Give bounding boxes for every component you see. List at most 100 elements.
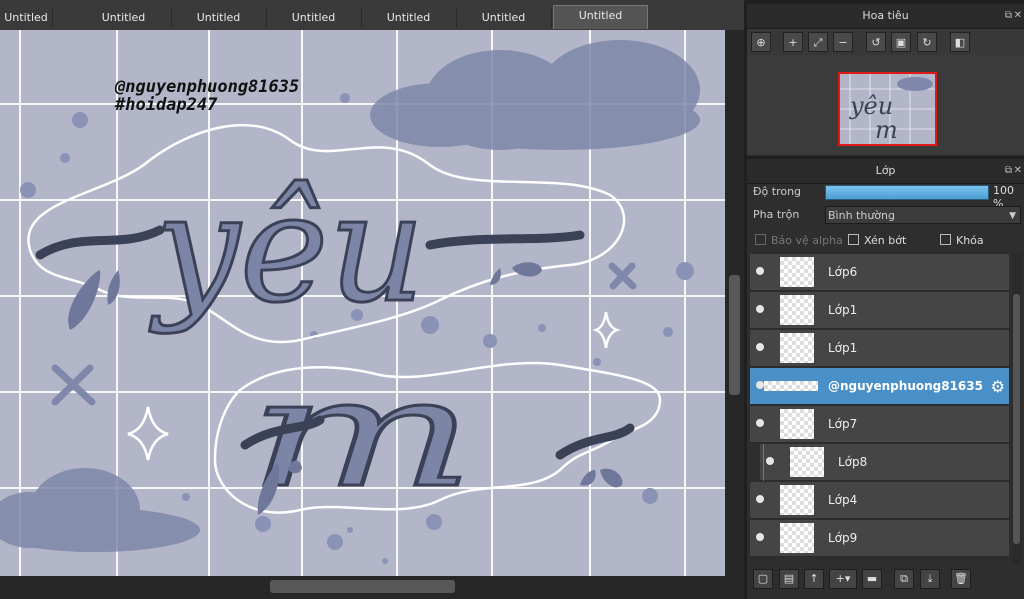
navigator-toolbar: ⊕ + ⤢ − ↺ ▣ ↻ ◧	[747, 29, 1024, 55]
layer-name: Lớp1	[828, 341, 858, 355]
scrollbar-thumb[interactable]	[729, 275, 740, 395]
navigator-preview[interactable]: yêu m	[747, 55, 1024, 155]
lock-checkbox[interactable]: Khóa	[940, 234, 984, 247]
thumb-word2: m	[875, 116, 898, 144]
clipping-label: Xén bớt	[864, 234, 907, 247]
visibility-eye-icon[interactable]	[756, 495, 764, 503]
document-tab-active[interactable]: Untitled	[553, 5, 648, 29]
watermark-handle: @nguyenphuong81635	[114, 77, 299, 97]
scrollbar-thumb[interactable]	[270, 580, 455, 593]
visibility-eye-icon[interactable]	[756, 267, 764, 275]
visibility-eye-icon[interactable]	[756, 343, 764, 351]
navigator-title-bar: Hoa tiêu ⧉ ✕	[747, 4, 1024, 29]
layer-name: Lớp1	[828, 303, 858, 317]
layer-thumbnail	[780, 523, 814, 553]
panel-title: Lớp	[875, 164, 896, 177]
opacity-label: Độ trong	[753, 185, 802, 198]
layer-thumbnail	[780, 409, 814, 439]
layer-list: Lớp6 Lớp1 Lớp1 @nguyenphuong81635 ⚙ Lớp7	[750, 254, 1009, 564]
layer-row[interactable]: Lớp9	[750, 520, 1009, 557]
gear-icon[interactable]: ⚙	[991, 377, 1005, 396]
new-layer-copy-icon[interactable]: ▤	[779, 569, 799, 589]
import-layer-icon[interactable]: ↑	[804, 569, 824, 589]
layer-name: @nguyenphuong81635	[828, 379, 983, 393]
document-tab[interactable]: Untitled	[171, 8, 267, 28]
layers-panel: Lớp ⧉ ✕ Độ trong 100 % Pha trộn Bình thư…	[747, 159, 1024, 599]
layer-thumbnail	[790, 447, 824, 477]
document-tab[interactable]: Untitled	[76, 8, 172, 28]
layer-thumbnail	[764, 381, 818, 391]
layer-name: Lớp7	[828, 417, 858, 431]
layer-thumbnail	[780, 333, 814, 363]
protect-alpha-checkbox[interactable]: Bảo vệ alpha	[755, 234, 843, 247]
layer-row[interactable]: Lớp4	[750, 482, 1009, 519]
layer-name: Lớp4	[828, 493, 858, 507]
layer-name: Lớp6	[828, 265, 858, 279]
actual-size-icon[interactable]: ▣	[891, 32, 911, 52]
layer-row[interactable]: Lớp8	[760, 444, 1009, 481]
lettering-word1: yêu	[149, 162, 425, 336]
visibility-eye-icon[interactable]	[756, 419, 764, 427]
undock-icon[interactable]: ⧉	[1005, 4, 1012, 28]
layer-toolbar: ▢ ▤ ↑ +▾ ▬ ⧉ ⤓ 🗑	[747, 566, 1024, 594]
watermark-hashtag: #hoidap247	[114, 95, 218, 115]
layer-thumbnail	[780, 485, 814, 515]
navigator-thumbnail: yêu m	[840, 74, 935, 144]
visibility-eye-icon[interactable]	[766, 457, 774, 465]
layer-name: Lớp8	[838, 455, 868, 469]
layer-thumbnail	[780, 295, 814, 325]
blend-mode-value: Bình thường	[828, 209, 895, 222]
lettering-swash-m-end	[555, 423, 635, 460]
panel-title: Hoa tiêu	[862, 9, 909, 22]
opacity-slider[interactable]	[825, 185, 989, 200]
group-indent-line	[763, 444, 764, 481]
close-icon[interactable]: ✕	[1014, 4, 1022, 28]
document-tab[interactable]: Untitled	[0, 8, 53, 28]
add-layer-dropdown-icon[interactable]: +▾	[829, 569, 857, 589]
navigator-panel: Hoa tiêu ⧉ ✕ ⊕ + ⤢ − ↺ ▣ ↻ ◧ yêu m	[747, 4, 1024, 156]
layer-thumbnail	[780, 257, 814, 287]
navigator-viewport-box[interactable]: yêu m	[838, 72, 937, 146]
undock-icon[interactable]: ⧉	[1005, 159, 1012, 183]
layer-row-selected[interactable]: @nguyenphuong81635 ⚙	[750, 368, 1009, 405]
zoom-fit-icon[interactable]: ⊕	[751, 32, 771, 52]
layer-list-scrollbar[interactable]	[1012, 254, 1021, 564]
drawing-canvas[interactable]: yêu m @nguyenphuong81635 #hoidap247	[0, 30, 725, 576]
clipping-checkbox[interactable]: Xén bớt	[848, 234, 906, 247]
layer-row[interactable]: Lớp1	[750, 292, 1009, 329]
rotate-left-icon[interactable]: ↺	[866, 32, 886, 52]
flip-icon[interactable]: ◧	[950, 32, 970, 52]
rotate-right-icon[interactable]: ↻	[917, 32, 937, 52]
fit-screen-icon[interactable]: ⤢	[808, 32, 828, 52]
layer-row[interactable]: Lớp7	[750, 406, 1009, 443]
visibility-eye-icon[interactable]	[756, 533, 764, 541]
lock-label: Khóa	[956, 234, 984, 247]
scrollbar-thumb[interactable]	[1013, 294, 1020, 544]
cloud-top-right	[370, 40, 700, 150]
folder-icon[interactable]: ▬	[862, 569, 882, 589]
protect-alpha-label: Bảo vệ alpha	[771, 234, 843, 247]
document-tab-bar: Untitled Untitled Untitled Untitled Unti…	[0, 0, 744, 31]
lettering-swash-left	[35, 225, 165, 260]
close-icon[interactable]: ✕	[1014, 159, 1022, 183]
document-tab[interactable]: Untitled	[361, 8, 457, 28]
document-tab[interactable]: Untitled	[266, 8, 362, 28]
new-layer-icon[interactable]: ▢	[753, 569, 773, 589]
artwork: yêu m @nguyenphuong81635 #hoidap247	[0, 30, 725, 576]
zoom-out-icon[interactable]: −	[833, 32, 853, 52]
duplicate-icon[interactable]: ⧉	[894, 569, 914, 589]
merge-icon[interactable]: ⤓	[920, 569, 940, 589]
visibility-eye-icon[interactable]	[756, 381, 764, 389]
layer-name: Lớp9	[828, 531, 858, 545]
canvas-vertical-scrollbar[interactable]	[725, 30, 744, 576]
canvas-horizontal-scrollbar[interactable]	[0, 576, 744, 599]
chevron-down-icon: ▼	[1009, 211, 1016, 221]
layer-row[interactable]: Lớp6	[750, 254, 1009, 291]
visibility-eye-icon[interactable]	[756, 305, 764, 313]
lettering-swash-right	[425, 230, 585, 250]
layer-row[interactable]: Lớp1	[750, 330, 1009, 367]
blend-mode-select[interactable]: Bình thường ▼	[825, 206, 1021, 224]
delete-icon[interactable]: 🗑	[951, 569, 971, 589]
document-tab[interactable]: Untitled	[456, 8, 552, 28]
zoom-in-icon[interactable]: +	[783, 32, 803, 52]
